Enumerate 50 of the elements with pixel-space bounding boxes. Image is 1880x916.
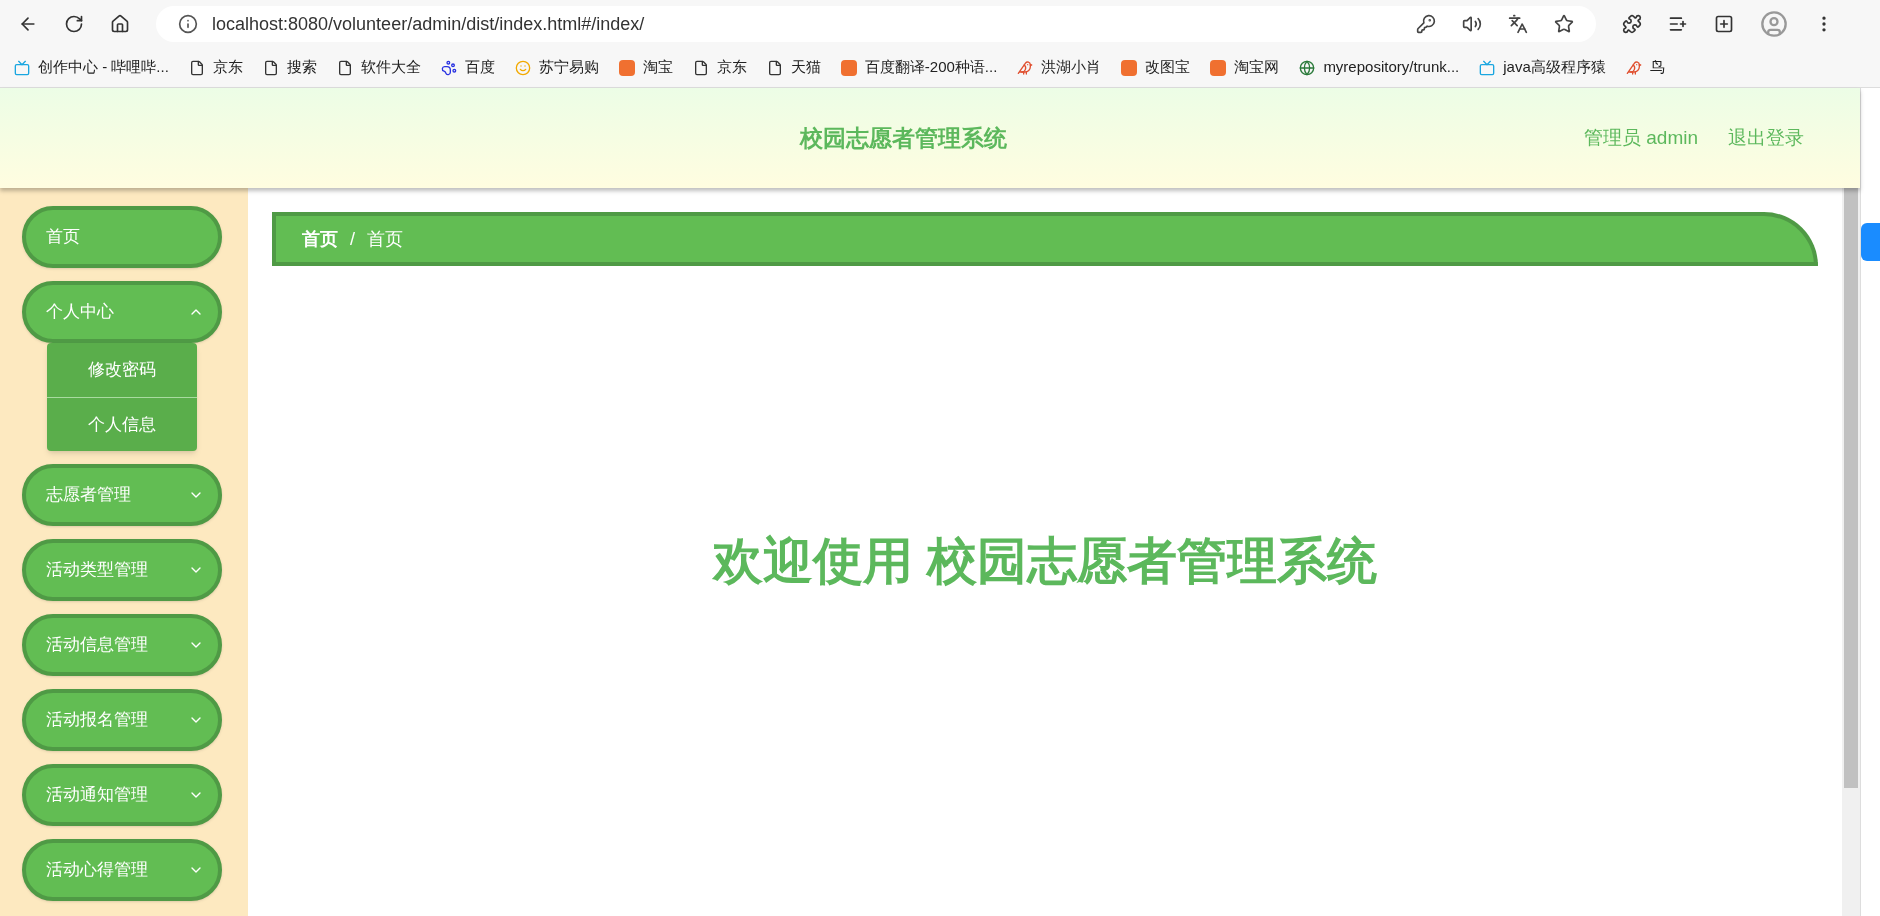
site-icon	[1210, 59, 1227, 76]
collections-icon[interactable]	[1714, 14, 1734, 34]
breadcrumb-separator: /	[350, 227, 355, 251]
file-icon	[188, 59, 205, 76]
paw-icon	[440, 59, 457, 76]
file-icon	[262, 59, 279, 76]
scrollbar[interactable]	[1842, 188, 1860, 916]
bird-icon	[1017, 59, 1034, 76]
bookmark[interactable]: 京东	[692, 56, 747, 79]
site-icon	[1121, 59, 1138, 76]
user-label: 管理员 admin	[1583, 125, 1698, 150]
url-text: localhost:8080/volunteer/admin/dist/index.html#/index/	[212, 12, 645, 36]
home-icon[interactable]	[110, 14, 130, 34]
bookmark[interactable]: 苏宁易购	[514, 56, 599, 79]
bookmark[interactable]: 改图宝	[1121, 56, 1191, 79]
welcome-heading: 欢迎使用 校园志愿者管理系统	[713, 531, 1377, 591]
bookmark[interactable]: 京东	[188, 56, 243, 79]
tv-icon	[14, 59, 30, 76]
translate-icon[interactable]	[1508, 14, 1528, 34]
bookmark[interactable]: 百度翻译-200种语...	[840, 56, 998, 79]
favorites-icon[interactable]	[1668, 14, 1688, 34]
globe-icon	[1299, 59, 1316, 76]
info-icon[interactable]	[178, 14, 198, 34]
bookmark[interactable]: 鸟	[1625, 56, 1665, 79]
bookmark[interactable]: myrepository/trunk...	[1299, 56, 1460, 79]
star-icon[interactable]	[1554, 14, 1574, 34]
site-icon	[840, 59, 857, 76]
file-icon	[692, 59, 709, 76]
bookmark[interactable]: 软件大全	[336, 56, 421, 79]
bird-icon	[1625, 59, 1642, 76]
address-bar[interactable]: localhost:8080/volunteer/admin/dist/index.html#/index/	[156, 6, 1596, 42]
key-icon[interactable]	[1416, 14, 1436, 34]
bookmark[interactable]: 天猫	[766, 56, 821, 79]
bookmark[interactable]: 百度	[440, 56, 495, 79]
face-icon	[514, 59, 531, 76]
reload-icon[interactable]	[64, 14, 84, 34]
bookmark[interactable]: 淘宝网	[1210, 56, 1280, 79]
bookmark[interactable]: 搜索	[262, 56, 317, 79]
site-icon	[618, 59, 635, 76]
bookmark[interactable]: 洪湖小肖	[1017, 56, 1102, 79]
speaker-icon[interactable]	[1462, 14, 1482, 34]
profile-icon[interactable]	[1760, 10, 1788, 38]
system-title: 校园志愿者管理系统	[800, 123, 1007, 153]
bookmark[interactable]: java高级程序猿	[1479, 56, 1606, 79]
file-icon	[766, 59, 783, 76]
extensions-icon[interactable]	[1622, 14, 1642, 34]
bookmark[interactable]: 淘宝	[618, 56, 673, 79]
bookmark[interactable]: 创作中心 - 哔哩哔...	[14, 56, 169, 79]
file-icon	[336, 59, 353, 76]
tv-icon	[1479, 59, 1496, 76]
